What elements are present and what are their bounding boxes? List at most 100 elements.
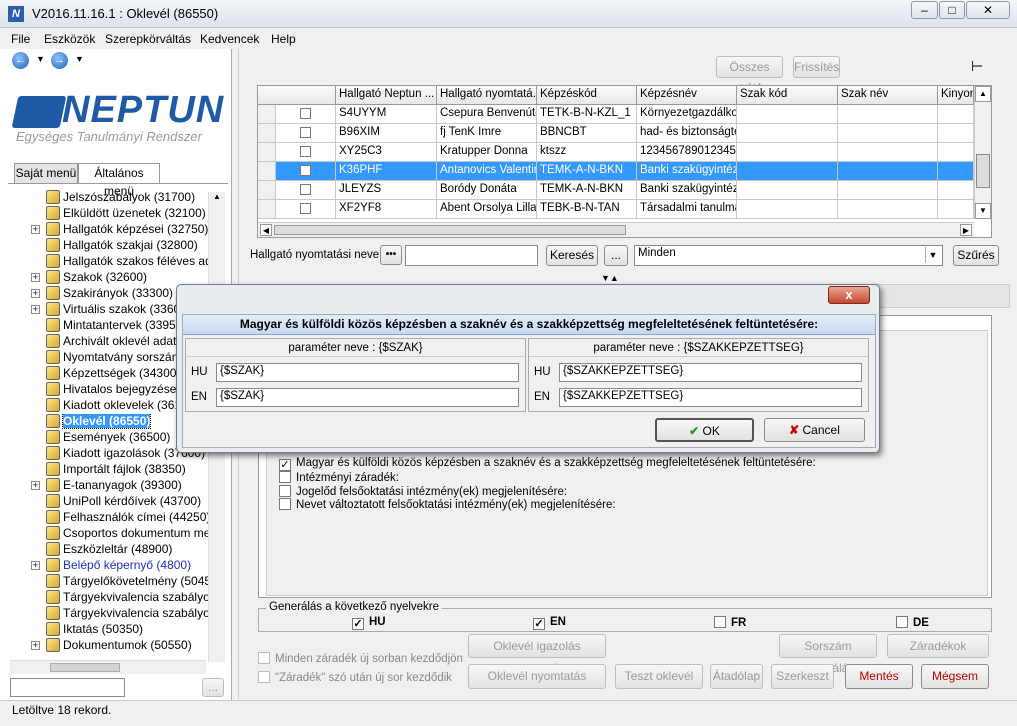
grid-header-course-code[interactable]: Képzéskód bbox=[537, 86, 637, 105]
grid-vscrollbar[interactable]: ▲ ▼ bbox=[974, 86, 991, 219]
row-checkbox[interactable] bbox=[300, 203, 311, 214]
grid-scroll-left-icon[interactable]: ◀ bbox=[260, 224, 272, 236]
menu-help[interactable]: Help bbox=[271, 32, 296, 46]
tree-hscrollbar[interactable] bbox=[10, 660, 206, 674]
pin-icon[interactable]: ⊢ bbox=[971, 58, 983, 75]
lang-de[interactable]: DE bbox=[896, 616, 929, 629]
lang-hu[interactable]: ✓ HU bbox=[352, 616, 386, 630]
tree-search-button[interactable]: ... bbox=[202, 678, 224, 697]
tree-item[interactable]: E-tananyagok (39300) bbox=[46, 478, 218, 494]
option-new-line-after-checkbox[interactable] bbox=[258, 671, 270, 683]
chevron-down-icon[interactable]: ▼ bbox=[925, 247, 940, 263]
tree-expander-icon[interactable]: + bbox=[31, 289, 40, 298]
all-data-button[interactable]: Összes adat bbox=[716, 56, 783, 94]
lang-fr-checkbox[interactable] bbox=[714, 616, 726, 628]
tab-own-menu[interactable]: Saját menü bbox=[14, 163, 78, 183]
tree-item[interactable]: Belépő képernyő (4800) bbox=[46, 558, 218, 574]
grid-scroll-up-icon[interactable]: ▲ bbox=[975, 86, 991, 102]
row-checkbox[interactable] bbox=[300, 127, 311, 138]
clause-joint-checkbox[interactable]: ✓ bbox=[279, 459, 291, 471]
row-checkbox[interactable] bbox=[300, 165, 311, 176]
maximize-button[interactable]: □ bbox=[939, 1, 965, 19]
tree-item[interactable]: Tárgyekvivalencia szabályok bbox=[46, 590, 218, 606]
menu-role-switch[interactable]: Szerepkörváltás bbox=[105, 32, 191, 46]
option-new-line-each-checkbox[interactable] bbox=[258, 652, 270, 664]
row-checkbox[interactable] bbox=[300, 146, 311, 157]
menu-favorites[interactable]: Kedvencek bbox=[200, 32, 259, 46]
tree-expander-icon[interactable]: + bbox=[31, 561, 40, 570]
lang-hu-checkbox[interactable]: ✓ bbox=[352, 618, 364, 630]
grid-header-neptun[interactable]: Hallgató Neptun ... bbox=[336, 86, 437, 105]
lang-en-checkbox[interactable]: ✓ bbox=[533, 618, 545, 630]
grid-header-major-name[interactable]: Szak név bbox=[838, 86, 938, 105]
diploma-print-button[interactable]: Oklevél nyomtatás bbox=[468, 664, 606, 689]
tree-scroll-up-icon[interactable]: ▲ bbox=[209, 192, 225, 201]
serial-generate-button[interactable]: Sorszám generálás bbox=[779, 634, 877, 675]
menu-tools[interactable]: Eszközök bbox=[44, 32, 95, 46]
tree-item[interactable]: Tárgyelőkövetelmény (50450) bbox=[46, 574, 218, 590]
clause-institutional[interactable]: Intézményi záradék: bbox=[279, 471, 399, 484]
row-header[interactable] bbox=[258, 200, 276, 219]
handover-button[interactable]: Átadólap bbox=[710, 664, 763, 689]
dialog-cancel-button[interactable]: ✘ Cancel bbox=[764, 418, 865, 442]
tree-expander-icon[interactable]: + bbox=[31, 641, 40, 650]
tree-item[interactable]: Hallgatók szakjai (32800) bbox=[46, 238, 218, 254]
row-header[interactable] bbox=[258, 124, 276, 143]
param-left-hu-input[interactable]: {$SZAK} bbox=[216, 363, 519, 382]
tree-expander-icon[interactable]: + bbox=[31, 225, 40, 234]
clause-predecessor-checkbox[interactable] bbox=[279, 485, 291, 497]
grid-hscroll-thumb[interactable] bbox=[274, 225, 626, 235]
option-new-line-each[interactable]: Minden záradék új sorban kezdődjön bbox=[258, 652, 463, 665]
refresh-button[interactable]: Frissítés bbox=[793, 56, 840, 78]
filter-button[interactable]: Szűrés bbox=[953, 245, 999, 266]
tree-item[interactable]: Jelszószabályok (31700) bbox=[46, 190, 218, 206]
tree-hscroll-thumb[interactable] bbox=[50, 663, 120, 672]
minimize-button[interactable]: – bbox=[911, 1, 938, 19]
row-header[interactable] bbox=[258, 105, 276, 124]
param-left-en-input[interactable]: {$SZAK} bbox=[216, 388, 519, 407]
tree-expander-icon[interactable]: + bbox=[31, 273, 40, 282]
tree-expander-icon[interactable]: + bbox=[31, 481, 40, 490]
lang-en[interactable]: ✓ EN bbox=[533, 616, 566, 630]
row-header[interactable] bbox=[258, 181, 276, 200]
dialog-close-button[interactable]: x bbox=[828, 286, 870, 304]
tree-expander-icon[interactable]: + bbox=[31, 305, 40, 314]
tree-item[interactable]: UniPoll kérdőívek (43700) bbox=[46, 494, 218, 510]
grid-vscroll-thumb[interactable] bbox=[976, 154, 990, 188]
forward-dropdown-icon[interactable]: ▼ bbox=[75, 54, 84, 64]
param-right-en-input[interactable]: {$SZAKKEPZETTSEG} bbox=[559, 388, 862, 407]
test-diploma-button[interactable]: Teszt oklevél bbox=[615, 664, 703, 689]
tree-item[interactable]: Iktatás (50350) bbox=[46, 622, 218, 638]
splitter-arrows-icon[interactable]: ▼▲ bbox=[601, 273, 619, 283]
grid-hscrollbar[interactable]: ◀ ▶ bbox=[258, 222, 974, 237]
menu-file[interactable]: File bbox=[11, 32, 30, 46]
lang-de-checkbox[interactable] bbox=[896, 616, 908, 628]
row-checkbox[interactable] bbox=[300, 184, 311, 195]
clause-joint-training[interactable]: ✓ Magyar és külföldi közös képzésben a sz… bbox=[279, 457, 816, 471]
back-dropdown-icon[interactable]: ▼ bbox=[36, 54, 45, 64]
search-options-button[interactable]: ••• bbox=[380, 245, 402, 265]
grid-header-name[interactable]: Hallgató nyomtatá... bbox=[437, 86, 537, 105]
tree-item[interactable]: Elküldött üzenetek (32100) bbox=[46, 206, 218, 222]
option-new-line-after[interactable]: "Záradék" szó után új sor kezdődik bbox=[258, 671, 452, 684]
clause-renamed-checkbox[interactable] bbox=[279, 498, 291, 510]
tab-general-menu[interactable]: Általános menü bbox=[78, 163, 160, 198]
tree-item[interactable]: Hallgatók képzései (32750) bbox=[46, 222, 218, 238]
tree-search-input[interactable] bbox=[10, 678, 125, 697]
forward-icon[interactable]: → bbox=[51, 52, 68, 69]
tree-item[interactable]: Dokumentumok (50550) bbox=[46, 638, 218, 654]
filter-select[interactable]: Minden ▼ bbox=[634, 245, 943, 266]
clauses-button[interactable]: Záradékok bbox=[887, 634, 989, 658]
close-window-button[interactable]: ✕ bbox=[966, 1, 1010, 19]
back-icon[interactable]: ← bbox=[12, 52, 29, 69]
clause-renamed[interactable]: Nevet változtatott felsőoktatási intézmé… bbox=[279, 498, 616, 511]
clause-institutional-checkbox[interactable] bbox=[279, 471, 291, 483]
tree-item[interactable]: Hallgatók szakos féléves ada bbox=[46, 254, 218, 270]
search-input[interactable] bbox=[405, 245, 538, 266]
tree-item[interactable]: Felhasználók címei (44250) bbox=[46, 510, 218, 526]
clause-predecessor[interactable]: Jogelőd felsőoktatási intézmény(ek) megj… bbox=[279, 485, 567, 498]
cancel-button[interactable]: Mégsem bbox=[921, 664, 989, 689]
param-right-hu-input[interactable]: {$SZAKKEPZETTSEG} bbox=[559, 363, 862, 382]
tree-item[interactable]: Tárgyekvivalencia szabályok bbox=[46, 606, 218, 622]
grid-header-major-code[interactable]: Szak kód bbox=[737, 86, 838, 105]
